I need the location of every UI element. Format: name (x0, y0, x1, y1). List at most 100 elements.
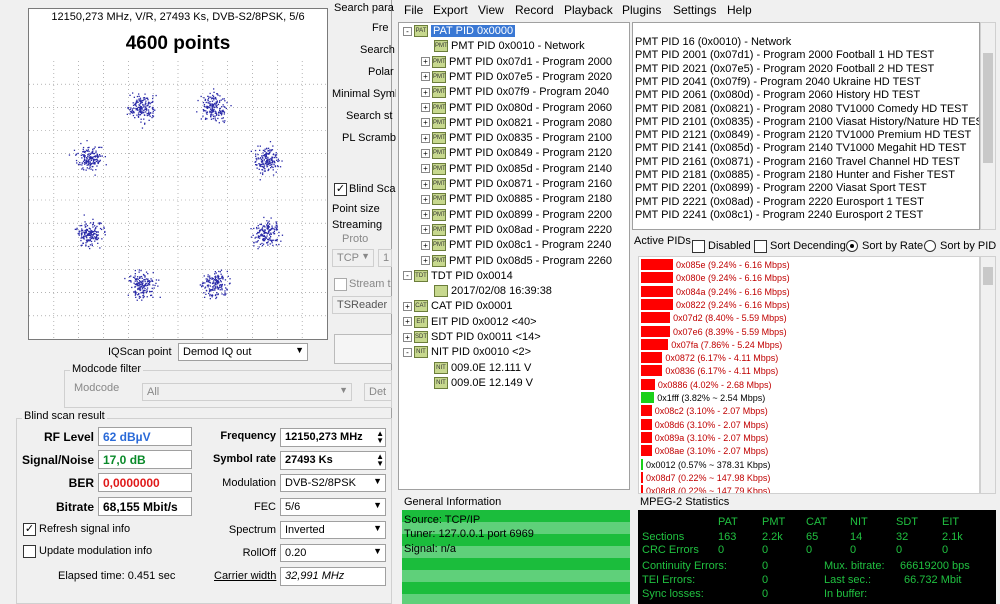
modulation-select[interactable]: DVB-S2/8PSK ▼ (280, 474, 386, 492)
active-pid-row[interactable]: 0x085e (9.24% - 6.16 Mbps) (641, 259, 790, 271)
tree-node-pmt[interactable]: + PMT PMT PID 0x085d - Program 2140 (421, 162, 612, 177)
expand-icon[interactable]: + (421, 256, 430, 266)
port-field[interactable]: 1 (378, 249, 392, 267)
tree-node-sdt[interactable]: + SDT SDT PID 0x0011 <14> (403, 330, 541, 345)
program-list-item[interactable]: PMT PID 2121 (0x0849) - Program 2120 TV1… (635, 129, 971, 141)
menu-file[interactable]: File (404, 3, 423, 17)
program-list-item[interactable]: PMT PID 2101 (0x0835) - Program 2100 Via… (635, 116, 979, 128)
program-list-item[interactable]: PMT PID 2081 (0x0821) - Program 2080 TV1… (635, 103, 968, 115)
expand-icon[interactable]: + (421, 57, 430, 67)
sort-descending-checkbox[interactable] (754, 240, 767, 253)
program-list-item[interactable]: PMT PID 2041 (0x07f9) - Program 2040 Ukr… (635, 76, 921, 88)
active-pid-row[interactable]: 0x07d2 (8.40% - 5.59 Mbps) (641, 312, 787, 324)
tree-node-pmt[interactable]: + PMT PMT PID 0x08d5 - Program 2260 (421, 254, 612, 269)
tree-node-nit-item[interactable]: NIT 009.0E 12.111 V (421, 361, 531, 376)
collapse-icon[interactable]: - (403, 271, 412, 281)
program-list-item[interactable]: PMT PID 2221 (0x08ad) - Program 2220 Eur… (635, 196, 924, 208)
blind-scan-checkbox[interactable]: ✓ (334, 183, 347, 196)
menu-record[interactable]: Record (515, 3, 554, 17)
active-pid-row[interactable]: 0x08d6 (3.10% - 2.07 Mbps) (641, 418, 768, 431)
tree-node-pmt[interactable]: + PMT PMT PID 0x08c1 - Program 2240 (421, 238, 611, 253)
active-pid-row[interactable]: 0x0822 (9.24% - 6.16 Mbps) (641, 298, 790, 311)
menu-plugins[interactable]: Plugins (622, 3, 661, 17)
expand-icon[interactable]: + (421, 225, 430, 235)
scrollbar-thumb[interactable] (983, 53, 993, 163)
tree-node-pmt[interactable]: + PMT PMT PID 0x0885 - Program 2180 (421, 192, 612, 207)
program-list-item[interactable]: PMT PID 2061 (0x080d) - Program 2060 His… (635, 89, 920, 101)
active-pid-row[interactable]: 0x07e6 (8.39% - 5.59 Mbps) (641, 325, 787, 338)
tree-node-pmt[interactable]: + PMT PMT PID 0x0899 - Program 2200 (421, 208, 612, 223)
spinner-icon[interactable]: ▲ ▼ (376, 453, 384, 468)
tree-node-pmt[interactable]: PMT PMT PID 0x0010 - Network (421, 39, 585, 54)
update-modulation-checkbox[interactable] (23, 545, 36, 558)
program-list-item[interactable]: PMT PID 16 (0x0010) - Network (635, 36, 791, 48)
expand-icon[interactable]: + (421, 72, 430, 82)
tree-node-eit[interactable]: + EIT EIT PID 0x0012 <40> (403, 315, 537, 330)
menu-settings[interactable]: Settings (673, 3, 716, 17)
symbol-rate-field[interactable]: 27493 Ks ▲ ▼ (280, 451, 386, 470)
expand-icon[interactable]: + (403, 301, 412, 311)
active-pid-row[interactable]: 0x07fa (7.86% - 5.24 Mbps) (641, 338, 782, 351)
expand-icon[interactable]: + (421, 194, 430, 204)
expand-icon[interactable]: + (421, 179, 430, 189)
tree-node-nit-item[interactable]: NIT 009.0E 12.149 V (421, 376, 533, 391)
expand-icon[interactable]: + (421, 87, 430, 97)
active-pid-row[interactable]: 0x0886 (4.02% - 2.68 Mbps) (641, 378, 772, 391)
tree-node-pat[interactable]: - PAT PAT PID 0x0000 (403, 24, 516, 39)
active-pids-scrollbar[interactable] (980, 256, 996, 494)
program-list-item[interactable]: PMT PID 2141 (0x085d) - Program 2140 TV1… (635, 142, 966, 154)
program-list-scrollbar[interactable] (980, 22, 996, 230)
disabled-checkbox[interactable] (692, 240, 705, 253)
tree-node-pmt[interactable]: + PMT PMT PID 0x080d - Program 2060 (421, 101, 612, 116)
expand-icon[interactable]: + (421, 103, 430, 113)
spinner-icon[interactable]: ▲ ▼ (376, 430, 384, 445)
tree-node-nit[interactable]: - NIT NIT PID 0x0010 <2> (403, 345, 531, 360)
menu-view[interactable]: View (478, 3, 504, 17)
tsreader-select[interactable]: TSReader (332, 296, 392, 314)
tree-node-pmt[interactable]: + PMT PMT PID 0x0871 - Program 2160 (421, 177, 612, 192)
program-list-item[interactable]: PMT PID 2001 (0x07d1) - Program 2000 Foo… (635, 49, 934, 61)
tree-node-pmt[interactable]: + PMT PMT PID 0x07d1 - Program 2000 (421, 55, 612, 70)
tree-node-pmt[interactable]: + PMT PMT PID 0x07f9 - Program 2040 (421, 85, 609, 100)
stream-checkbox[interactable] (334, 278, 347, 291)
sort-by-pid-radio[interactable] (924, 240, 936, 252)
active-pid-row[interactable]: 0x089a (3.10% - 2.07 Mbps) (641, 431, 768, 444)
active-pid-row[interactable]: 0x084a (9.24% - 6.16 Mbps) (641, 285, 790, 298)
refresh-signal-checkbox[interactable]: ✓ (23, 523, 36, 536)
tree-node-pmt[interactable]: + PMT PMT PID 0x0821 - Program 2080 (421, 116, 612, 131)
collapse-icon[interactable]: - (403, 347, 412, 357)
expand-icon[interactable]: + (421, 210, 430, 220)
frequency-field[interactable]: 12150,273 MHz ▲ ▼ (280, 428, 386, 447)
active-pid-row[interactable]: 0x0012 (0.57% ~ 378.31 Kbps) (641, 458, 770, 471)
expand-icon[interactable]: + (421, 118, 430, 128)
rolloff-select[interactable]: 0.20 ▼ (280, 544, 386, 562)
expand-icon[interactable]: + (421, 133, 430, 143)
active-pid-row[interactable]: 0x0836 (6.17% - 4.11 Mbps) (641, 365, 778, 377)
modcode-select[interactable]: All ▼ (142, 383, 352, 401)
tree-node-pmt[interactable]: + PMT PMT PID 0x07e5 - Program 2020 (421, 70, 612, 85)
menu-help[interactable]: Help (727, 3, 752, 17)
tree-node-tdt[interactable]: - TDT TDT PID 0x0014 (403, 269, 513, 284)
carrier-width-label[interactable]: Carrier width (214, 570, 276, 582)
program-list-item[interactable]: PMT PID 2241 (0x08c1) - Program 2240 Eur… (635, 209, 923, 221)
tree-node-pmt[interactable]: + PMT PMT PID 0x0835 - Program 2100 (421, 131, 612, 146)
tree-node-pmt[interactable]: + PMT PMT PID 0x0849 - Program 2120 (421, 146, 612, 161)
expand-icon[interactable]: + (421, 148, 430, 158)
sort-by-rate-radio[interactable] (846, 240, 858, 252)
proto-select[interactable]: TCP ▼ (332, 249, 374, 267)
iqscan-point-select[interactable]: Demod IQ out ▼ (178, 343, 308, 361)
expand-icon[interactable]: + (403, 317, 412, 327)
det-button[interactable]: Det (364, 383, 392, 401)
tree-node-pmt[interactable]: + PMT PMT PID 0x08ad - Program 2220 (421, 223, 612, 238)
program-list-item[interactable]: PMT PID 2021 (0x07e5) - Program 2020 Foo… (635, 63, 934, 75)
scrollbar-thumb[interactable] (983, 267, 993, 285)
active-pid-row[interactable]: 0x1fff (3.82% ~ 2.54 Mbps) (641, 392, 765, 404)
expand-icon[interactable]: + (421, 164, 430, 174)
program-list-item[interactable]: PMT PID 2181 (0x0885) - Program 2180 Hun… (635, 169, 955, 181)
active-pid-row[interactable]: 0x08ae (3.10% - 2.07 Mbps) (641, 445, 768, 457)
tree-node-cat[interactable]: + CAT CAT PID 0x0001 (403, 299, 513, 314)
active-pid-row[interactable]: 0x0872 (6.17% - 4.11 Mbps) (641, 352, 778, 364)
active-pid-row[interactable]: 0x080e (9.24% - 6.16 Mbps) (641, 272, 790, 284)
fec-select[interactable]: 5/6 ▼ (280, 498, 386, 516)
collapse-icon[interactable]: - (403, 26, 412, 36)
